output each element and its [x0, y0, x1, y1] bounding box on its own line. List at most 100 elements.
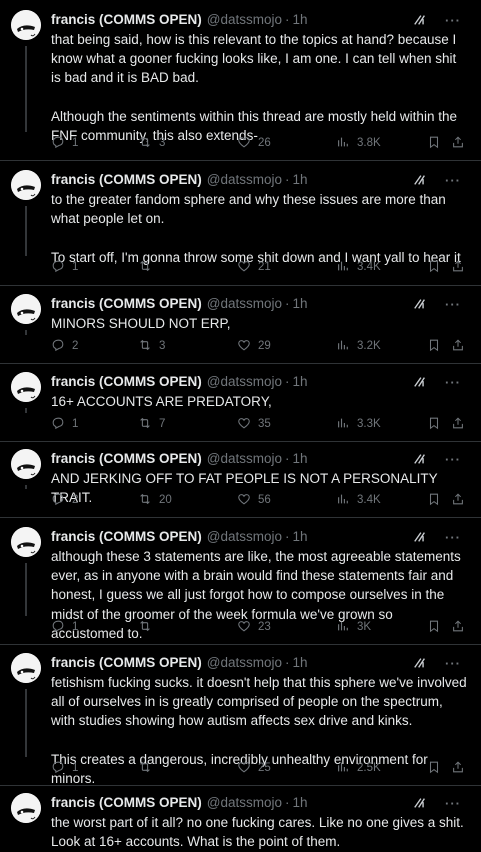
grok-icon[interactable]: [413, 13, 427, 27]
reply-button[interactable]: 2: [51, 491, 78, 509]
views-button[interactable]: 3.8K: [336, 134, 381, 152]
grok-icon[interactable]: [413, 796, 427, 810]
views-button[interactable]: 3.2K: [336, 337, 381, 355]
avatar[interactable]: [11, 372, 41, 402]
author-name[interactable]: francis (COMMS OPEN): [51, 449, 202, 469]
repost-button[interactable]: 3: [138, 337, 165, 355]
bookmark-icon[interactable]: [427, 134, 441, 152]
avatar[interactable]: [11, 527, 41, 557]
like-button[interactable]: 29: [237, 337, 271, 355]
author-name[interactable]: francis (COMMS OPEN): [51, 527, 202, 547]
author-name[interactable]: francis (COMMS OPEN): [51, 653, 202, 673]
author-name[interactable]: francis (COMMS OPEN): [51, 294, 202, 314]
avatar[interactable]: [11, 449, 41, 479]
timestamp[interactable]: 1h: [293, 170, 308, 190]
more-options-icon[interactable]: ···: [445, 656, 461, 671]
author-handle[interactable]: @datssmojo: [207, 793, 282, 813]
like-button[interactable]: 21: [237, 258, 271, 276]
author-handle[interactable]: @datssmojo: [207, 170, 282, 190]
like-button[interactable]: 25: [237, 759, 271, 777]
repost-button[interactable]: [138, 618, 159, 636]
more-options-icon[interactable]: ···: [445, 530, 461, 545]
bookmark-icon[interactable]: [427, 759, 441, 777]
like-button[interactable]: 35: [237, 415, 271, 433]
timestamp[interactable]: 1h: [293, 294, 308, 314]
avatar-drawing: [11, 793, 41, 823]
more-options-icon[interactable]: ···: [445, 796, 461, 811]
tweet-actions: 1 3 26 3.8K: [51, 134, 469, 152]
author-handle[interactable]: @datssmojo: [207, 653, 282, 673]
like-button[interactable]: 26: [237, 134, 271, 152]
avatar-drawing: [11, 449, 41, 479]
share-icon[interactable]: [451, 759, 465, 777]
share-icon[interactable]: [451, 258, 465, 276]
avatar[interactable]: [11, 653, 41, 683]
grok-icon[interactable]: [413, 656, 427, 670]
author-handle[interactable]: @datssmojo: [207, 372, 282, 392]
more-options-icon[interactable]: ···: [445, 452, 461, 467]
timestamp[interactable]: 1h: [293, 449, 308, 469]
avatar[interactable]: [11, 294, 41, 324]
views-button[interactable]: 3K: [336, 618, 371, 636]
share-icon[interactable]: [451, 134, 465, 152]
views-button[interactable]: 3.3K: [336, 415, 381, 433]
author-handle[interactable]: @datssmojo: [207, 527, 282, 547]
like-icon: [237, 492, 251, 509]
more-options-icon[interactable]: ···: [445, 13, 461, 28]
separator-dot: ·: [285, 172, 290, 187]
repost-button[interactable]: [138, 258, 159, 276]
like-button[interactable]: 56: [237, 491, 271, 509]
grok-icon[interactable]: [413, 452, 427, 466]
grok-icon[interactable]: [413, 297, 427, 311]
bookmark-icon[interactable]: [427, 491, 441, 509]
author-handle[interactable]: @datssmojo: [207, 10, 282, 30]
timestamp[interactable]: 1h: [293, 653, 308, 673]
avatar[interactable]: [11, 793, 41, 823]
repost-button[interactable]: [138, 759, 159, 777]
more-options-icon[interactable]: ···: [445, 375, 461, 390]
reply-button[interactable]: 1: [51, 618, 78, 636]
like-button[interactable]: 23: [237, 618, 271, 636]
views-button[interactable]: 2.5K: [336, 759, 381, 777]
timestamp[interactable]: 1h: [293, 527, 308, 547]
reply-button[interactable]: 2: [51, 337, 78, 355]
more-options-icon[interactable]: ···: [445, 173, 461, 188]
repost-button[interactable]: 3: [138, 134, 165, 152]
bookmark-icon[interactable]: [427, 258, 441, 276]
grok-icon[interactable]: [413, 173, 427, 187]
share-icon[interactable]: [451, 618, 465, 636]
reply-button[interactable]: 1: [51, 258, 78, 276]
reply-icon: [51, 760, 65, 777]
bookmark-icon[interactable]: [427, 415, 441, 433]
bookmark-icon[interactable]: [427, 337, 441, 355]
reply-button[interactable]: 1: [51, 134, 78, 152]
author-name[interactable]: francis (COMMS OPEN): [51, 793, 202, 813]
author-handle[interactable]: @datssmojo: [207, 449, 282, 469]
grok-icon[interactable]: [413, 375, 427, 389]
bookmark-icon[interactable]: [427, 618, 441, 636]
author-name[interactable]: francis (COMMS OPEN): [51, 10, 202, 30]
reply-button[interactable]: 1: [51, 415, 78, 433]
views-button[interactable]: 3.4K: [336, 491, 381, 509]
author-name[interactable]: francis (COMMS OPEN): [51, 372, 202, 392]
grok-icon[interactable]: [413, 530, 427, 544]
timestamp[interactable]: 1h: [293, 372, 308, 392]
repost-button[interactable]: 7: [138, 415, 165, 433]
like-icon: [237, 760, 251, 777]
share-icon[interactable]: [451, 337, 465, 355]
avatar[interactable]: [11, 10, 41, 40]
views-button[interactable]: 3.4K: [336, 258, 381, 276]
reply-button[interactable]: 1: [51, 759, 78, 777]
share-icon[interactable]: [451, 491, 465, 509]
views-icon: [336, 760, 350, 777]
avatar[interactable]: [11, 170, 41, 200]
timestamp[interactable]: 1h: [293, 793, 308, 813]
repost-button[interactable]: 20: [138, 491, 172, 509]
author-name[interactable]: francis (COMMS OPEN): [51, 170, 202, 190]
more-options-icon[interactable]: ···: [445, 297, 461, 312]
author-handle[interactable]: @datssmojo: [207, 294, 282, 314]
like-icon: [237, 416, 251, 433]
timestamp[interactable]: 1h: [293, 10, 308, 30]
share-glyph: [451, 492, 465, 509]
share-icon[interactable]: [451, 415, 465, 433]
